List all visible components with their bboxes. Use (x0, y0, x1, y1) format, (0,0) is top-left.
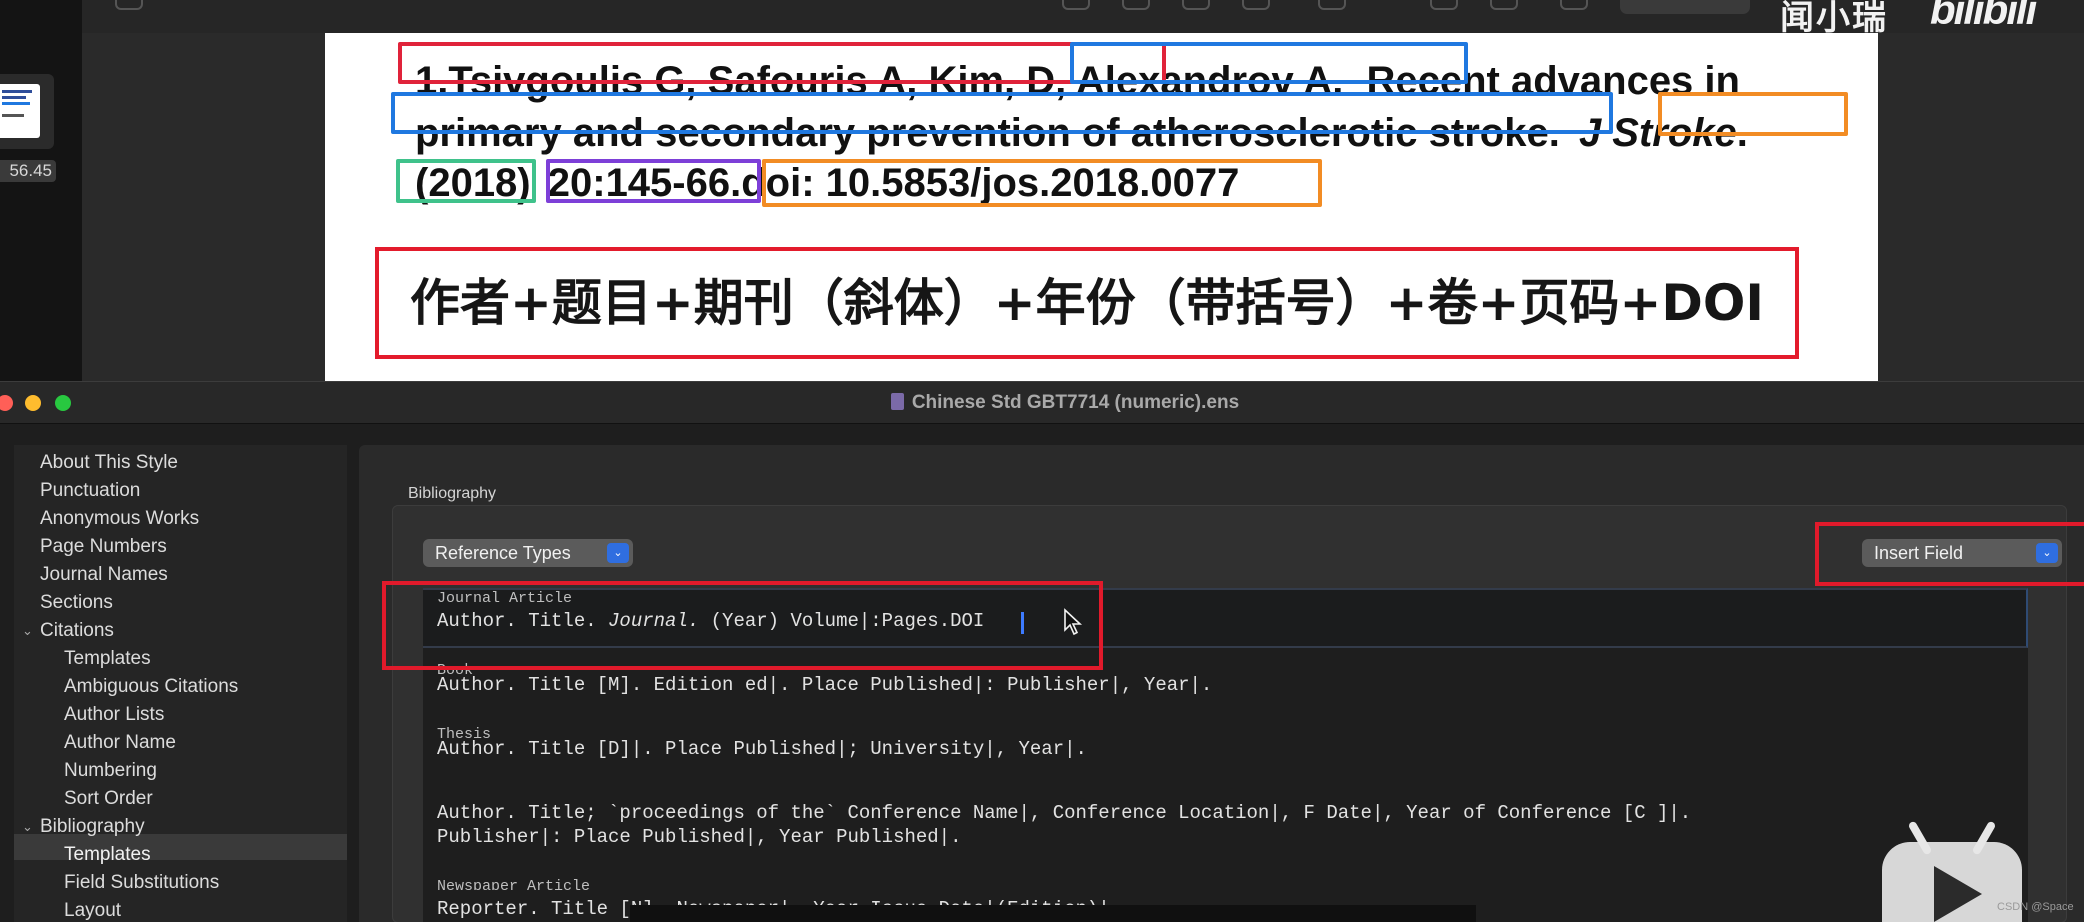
sidebar-item-about-this-style[interactable]: About This Style (40, 452, 178, 474)
template-header: Thesis (437, 726, 492, 738)
templates-group-box: Reference Types ⌄ Insert Field ⌄ Journal… (392, 505, 2084, 922)
sidebar-item-bibliography[interactable]: Bibliography (40, 816, 145, 838)
markup-icon[interactable] (1318, 0, 1346, 10)
annotation-box-insert-field (1815, 522, 2084, 586)
sidebar-toggle-icon[interactable] (115, 0, 143, 10)
document-page: 1.Tsivgoulis G, Safouris A, Kim, D, Alex… (325, 33, 1878, 381)
window-titlebar[interactable]: Chinese Std GBT7714 (numeric).ens (0, 382, 2084, 424)
zoom-in-icon[interactable] (1182, 0, 1210, 10)
annotation-box-volume-pages (546, 159, 761, 203)
bibliography-disclosure-icon[interactable]: ⌄ (22, 819, 33, 835)
video-frame-viewer: 56.45 1.Tsivgoulis G, Safouris A, Kim, D… (0, 0, 2084, 381)
play-icon (1934, 866, 1982, 922)
viewer-search-field[interactable] (1620, 0, 1750, 14)
window-title: Chinese Std GBT7714 (numeric).ens (0, 382, 2084, 424)
video-overlay-bar (630, 905, 1476, 922)
sidebar-item-ambiguous-citations[interactable]: Ambiguous Citations (64, 676, 238, 698)
annotation-box-authors (398, 42, 1166, 84)
style-main-pane: Bibliography Reference Types ⌄ Insert Fi… (359, 445, 2084, 922)
chevron-down-icon: ⌄ (607, 543, 629, 563)
csdn-watermark: CSDN @Space (1997, 901, 2074, 913)
share-icon[interactable] (1242, 0, 1270, 10)
reference-types-popup[interactable]: Reference Types ⌄ (423, 539, 633, 567)
annotation-box-year (396, 159, 536, 203)
annotation-box-title-1 (1070, 42, 1468, 84)
template-line-book[interactable]: Author. Title [M]. Edition ed|. Place Pu… (437, 674, 1212, 696)
template-line-thesis[interactable]: Author. Title [D]|. Place Published|; Un… (437, 738, 1087, 760)
viewer-toolbar (0, 0, 2084, 33)
annotation-box-journal-template (382, 581, 1103, 670)
sidebar-item-author-name[interactable]: Author Name (64, 732, 176, 754)
form-icon[interactable] (1560, 0, 1588, 10)
sidebar-item-sections[interactable]: Sections (40, 592, 113, 614)
rotate-icon[interactable] (1430, 0, 1458, 10)
template-header: Newspaper Article (437, 878, 591, 890)
annotation-box-journal (1658, 92, 1848, 136)
sidebar-item-citations[interactable]: Citations (40, 620, 114, 642)
sidebar-item-anonymous-works[interactable]: Anonymous Works (40, 508, 199, 530)
sidebar-item-punctuation[interactable]: Punctuation (40, 480, 140, 502)
zoom-out-icon[interactable] (1122, 0, 1150, 10)
window-title-text: Chinese Std GBT7714 (numeric).ens (911, 392, 1240, 413)
uploader-watermark: 闻小瑞 bilibili (1780, 0, 2084, 37)
thumbnail-badge: 56.45 (0, 160, 56, 182)
template-line-conference[interactable]: Author. Title; `proceedings of the` Conf… (437, 802, 1691, 824)
document-icon (890, 393, 904, 410)
thumbnail-image (0, 84, 40, 138)
section-label: Bibliography (408, 485, 497, 502)
sidebar-item-sort-order[interactable]: Sort Order (64, 788, 153, 810)
info-icon[interactable] (1062, 0, 1090, 10)
citation-formula-text: 作者+题目+期刊（斜体）+年份（带括号）+卷+页码+DOI号。 (410, 274, 1764, 381)
annotation-box-doi (762, 159, 1322, 207)
thumbnail-strip: 56.45 (0, 0, 82, 381)
sidebar-item-author-lists[interactable]: Author Lists (64, 704, 164, 726)
template-line-conference-2[interactable]: Publisher|: Place Published|, Year Publi… (437, 826, 962, 848)
style-sidebar: About This Style Punctuation Anonymous W… (14, 445, 347, 922)
sidebar-item-page-numbers[interactable]: Page Numbers (40, 536, 167, 558)
citations-disclosure-icon[interactable]: ⌄ (22, 623, 33, 639)
sidebar-item-field-substitutions[interactable]: Field Substitutions (64, 872, 219, 894)
bilibili-logo: bilibili (1930, 0, 2037, 33)
sidebar-item-journal-names[interactable]: Journal Names (40, 564, 168, 586)
sidebar-item-numbering[interactable]: Numbering (64, 760, 157, 782)
page-thumbnail[interactable] (0, 74, 54, 149)
watermark-name: 闻小瑞 (1780, 0, 1888, 37)
reference-types-label: Reference Types (435, 543, 571, 563)
formula-box: 作者+题目+期刊（斜体）+年份（带括号）+卷+页码+DOI号。 (375, 247, 1799, 381)
sidebar-item-layout[interactable]: Layout (64, 900, 121, 922)
annotate-icon[interactable] (1490, 0, 1518, 10)
sidebar-item-bibliography-templates[interactable]: Templates (64, 844, 151, 866)
annotation-box-title-2 (391, 92, 1613, 134)
sidebar-item-citation-templates[interactable]: Templates (64, 648, 151, 670)
